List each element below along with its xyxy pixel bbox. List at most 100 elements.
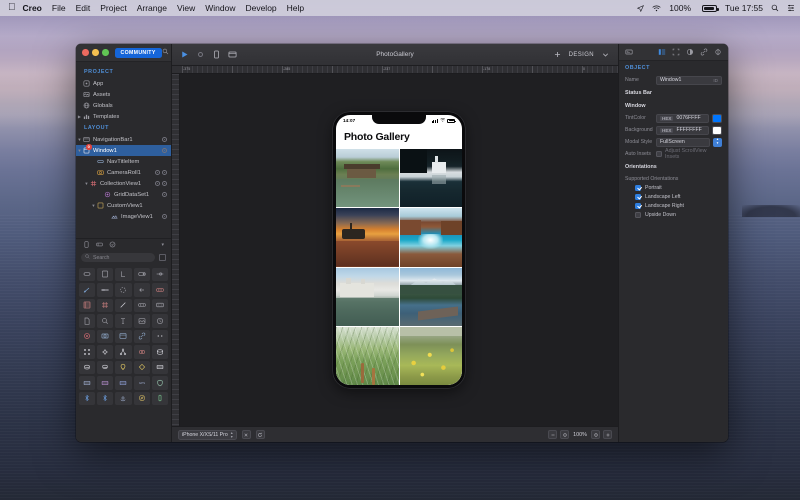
photo-cell[interactable]	[400, 327, 463, 385]
list-tab-icon[interactable]	[96, 241, 103, 248]
palette-item-gps[interactable]: GPS	[134, 376, 150, 390]
menubar-clock[interactable]: Tue 17:55	[725, 3, 763, 13]
stop-preview-button[interactable]	[242, 430, 251, 439]
menu-item-file[interactable]: File	[52, 3, 66, 13]
tree-twisty-collectionview1[interactable]: ▼	[83, 181, 90, 186]
community-button[interactable]: COMMUNITY	[115, 48, 162, 58]
background-field[interactable]: HEX FFFFFFFF	[656, 126, 709, 135]
tintcolor-field[interactable]: HEX 0076FFFF	[656, 114, 709, 123]
palette-item-bluetooth2[interactable]	[97, 392, 113, 406]
tree-row-actions[interactable]	[155, 181, 168, 186]
actions-tab-icon[interactable]	[714, 48, 722, 56]
palette-item-switch[interactable]	[134, 268, 150, 282]
palette-item-compass[interactable]	[134, 392, 150, 406]
palette-item-server[interactable]	[79, 376, 95, 390]
error-badge[interactable]: 0	[86, 144, 92, 150]
tree-row-actions[interactable]	[162, 137, 167, 142]
photo-cell[interactable]	[400, 268, 463, 326]
name-field[interactable]: Window1 ID	[656, 76, 722, 85]
size-tab-icon[interactable]	[672, 48, 680, 56]
photo-cell[interactable]	[400, 149, 463, 207]
appearance-tab-icon[interactable]	[686, 48, 694, 56]
location-arrow-icon[interactable]	[637, 5, 644, 12]
palette-item-stepper[interactable]	[134, 283, 150, 297]
menu-item-window[interactable]: Window	[205, 3, 235, 13]
gear-icon[interactable]	[162, 181, 167, 186]
landscape-left-checkbox[interactable]	[635, 194, 641, 200]
palette-item-segmented[interactable]	[152, 283, 168, 297]
run-play-icon[interactable]	[180, 50, 189, 59]
palette-item-box[interactable]	[79, 361, 95, 375]
photo-cell[interactable]	[400, 208, 463, 266]
palette-item-shield[interactable]	[152, 376, 168, 390]
options-icon[interactable]	[162, 192, 167, 197]
menu-item-project[interactable]: Project	[100, 3, 126, 13]
tree-twisty-window1[interactable]: ▼	[76, 148, 83, 153]
palette-item-battery-cell[interactable]	[152, 392, 168, 406]
background-swatch[interactable]	[712, 126, 722, 135]
design-canvas[interactable]: 14:07 Photo Gallery	[180, 74, 618, 426]
connections-tab-icon[interactable]	[700, 48, 708, 56]
tree-twisty-navigationbar1[interactable]: ▼	[76, 137, 83, 142]
tintcolor-swatch[interactable]	[712, 114, 722, 123]
tree-row-actions[interactable]	[155, 170, 168, 175]
palette-item-page[interactable]	[79, 314, 95, 328]
filter-icon[interactable]	[159, 254, 166, 261]
tree-item-window1[interactable]: ▼ 0 Window1	[76, 145, 171, 156]
menu-item-edit[interactable]: Edit	[76, 3, 91, 13]
orientation-row-upside-down[interactable]: Upside Down	[619, 210, 728, 219]
palette-item-database[interactable]	[152, 361, 168, 375]
palette-item-bluetooth[interactable]	[79, 392, 95, 406]
palette-item-server3[interactable]	[115, 376, 131, 390]
device-screen[interactable]: 14:07 Photo Gallery	[336, 115, 462, 385]
palette-item-pager[interactable]	[134, 299, 150, 313]
menu-item-arrange[interactable]: Arrange	[137, 3, 167, 13]
photo-collection-grid[interactable]	[336, 149, 462, 385]
palette-item-anchor[interactable]	[115, 392, 131, 406]
photo-cell[interactable]	[336, 268, 399, 326]
photo-cell[interactable]	[336, 327, 399, 385]
attributes-tab-icon[interactable]	[658, 48, 666, 56]
menu-item-creo[interactable]: Creo	[23, 3, 42, 13]
palette-item-signal[interactable]	[79, 283, 95, 297]
search-icon[interactable]	[162, 48, 169, 57]
tree-item-app[interactable]: App	[76, 78, 171, 89]
zoom-controls[interactable]: 100%	[548, 430, 612, 439]
tree-row-actions[interactable]	[162, 148, 167, 153]
palette-item-camera[interactable]	[97, 330, 113, 344]
menu-item-view[interactable]: View	[177, 3, 195, 13]
palette-item-more[interactable]	[152, 330, 168, 344]
search-input[interactable]: Search	[81, 253, 155, 262]
tree-item-imageview1[interactable]: ImageView1	[76, 211, 171, 222]
menu-item-develop[interactable]: Develop	[245, 3, 276, 13]
tree-row-actions[interactable]	[162, 214, 167, 219]
zoom-in-button[interactable]	[603, 430, 612, 439]
stop-icon[interactable]	[196, 50, 205, 59]
palette-item-activity[interactable]	[115, 283, 131, 297]
portrait-checkbox[interactable]	[635, 185, 641, 191]
device-preview-icon[interactable]	[212, 50, 221, 59]
minimize-window-button[interactable]	[92, 49, 99, 56]
palette-item-tree[interactable]	[115, 345, 131, 359]
device-tab-icon[interactable]	[83, 241, 90, 248]
palette-item-layer[interactable]	[97, 361, 113, 375]
design-mode-label[interactable]: DESIGN	[569, 52, 594, 58]
menu-item-help[interactable]: Help	[287, 3, 304, 13]
zoom-reset-button[interactable]	[591, 430, 600, 439]
tree-item-assets[interactable]: Assets	[76, 89, 171, 100]
palette-item-text-field[interactable]	[115, 314, 131, 328]
tree-row-actions[interactable]	[162, 192, 167, 197]
component-palette[interactable]: GPS	[76, 265, 171, 443]
zoom-level-value[interactable]: 100%	[572, 432, 588, 438]
tree-item-collectionview1[interactable]: ▼ CollectionView1	[76, 178, 171, 189]
palette-item-progress[interactable]	[97, 283, 113, 297]
palette-item-image[interactable]	[134, 314, 150, 328]
zoom-window-button[interactable]	[102, 49, 109, 56]
palette-item-scatter[interactable]	[79, 345, 95, 359]
wifi-icon[interactable]	[652, 5, 661, 12]
tree-item-cameraroll1[interactable]: CameraRoll1	[76, 167, 171, 178]
chevron-updown-icon[interactable]: ▴▾	[231, 431, 233, 438]
palette-item-slider[interactable]	[152, 268, 168, 282]
palette-item-diamond[interactable]	[134, 361, 150, 375]
palette-item-stack[interactable]	[152, 345, 168, 359]
